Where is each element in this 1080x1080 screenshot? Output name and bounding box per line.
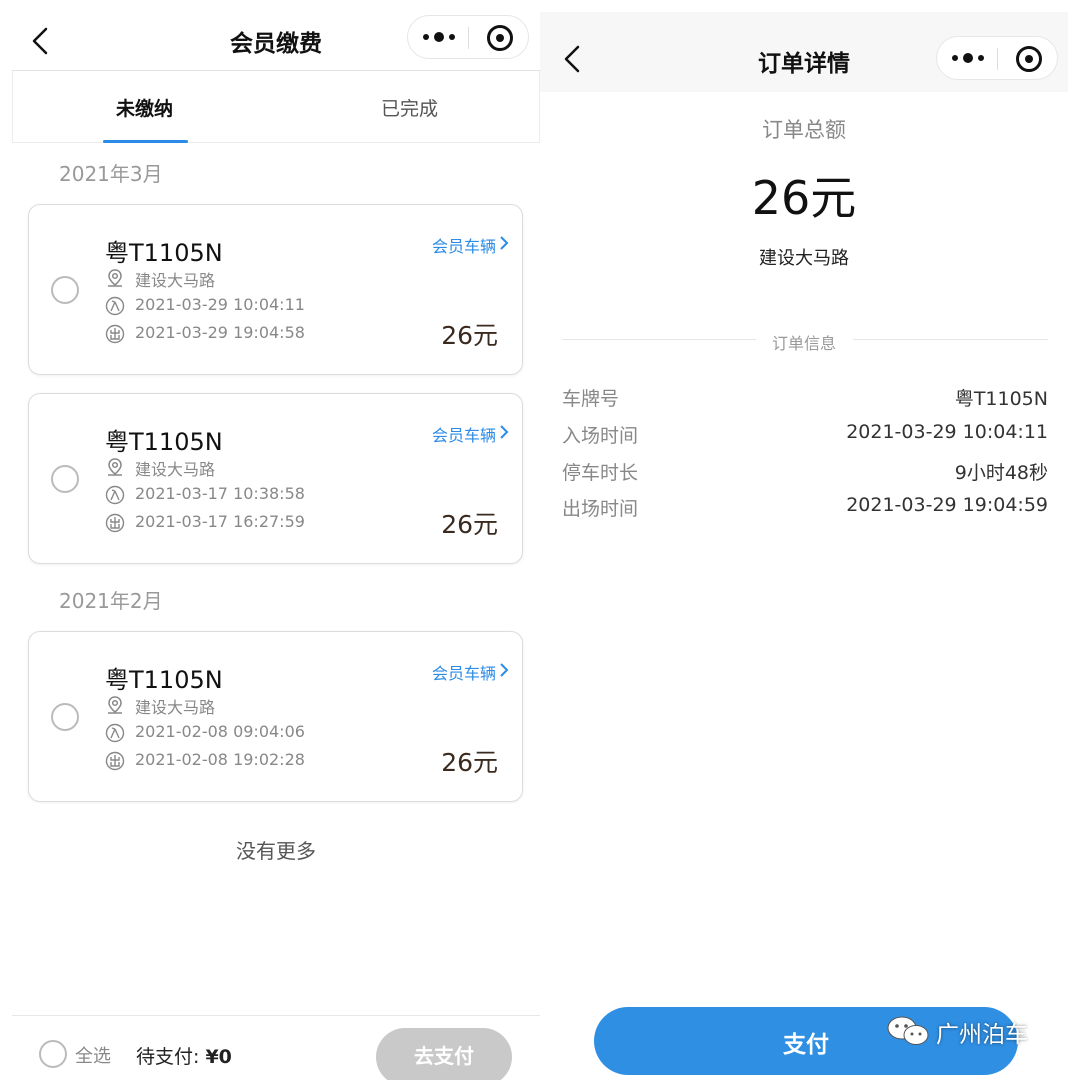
select-all-label[interactable]: 全选 <box>75 1042 111 1068</box>
tab-completed[interactable]: 已完成 <box>381 94 438 121</box>
entry-icon <box>105 485 125 505</box>
entry-time: 2021-03-29 10:04:11 <box>135 295 305 314</box>
plate-number: 粤T1105N <box>105 666 223 694</box>
plate-number: 粤T1105N <box>105 239 223 267</box>
watermark-text: 广州泊车 <box>936 1022 1028 1048</box>
nav-bar: 会员缴费 <box>12 12 540 70</box>
location-text: 建设大马路 <box>135 271 216 290</box>
location-pin-icon <box>108 458 122 476</box>
info-row-exit-time: 出场时间 2021-03-29 19:04:59 <box>562 494 1048 520</box>
order-amount: 26元 <box>441 321 498 350</box>
divider <box>853 339 1048 340</box>
mini-program-capsule <box>936 36 1058 80</box>
more-dots-icon[interactable] <box>408 16 468 60</box>
order-card[interactable]: 粤T1105N 会员车辆 建设大马路 2021-03-17 10:38:58 2… <box>28 393 523 564</box>
plate-number: 粤T1105N <box>105 428 223 456</box>
chevron-right-icon <box>500 663 509 677</box>
info-value: 2021-03-29 19:04:59 <box>846 494 1048 516</box>
wechat-logo-icon <box>887 1016 929 1045</box>
info-key: 车牌号 <box>562 388 620 410</box>
order-amount: 26元 <box>441 748 498 777</box>
order-detail-screen: 订单详情 订单总额 26元 建设大马路 订单信息 车牌号 粤T1105N 入场时… <box>540 12 1068 1080</box>
close-target-icon[interactable] <box>998 37 1058 81</box>
order-card[interactable]: 粤T1105N 会员车辆 建设大马路 2021-03-29 10:04:11 2… <box>28 204 523 375</box>
pending-amount: ¥0 <box>205 1046 232 1068</box>
order-amount: 26元 <box>441 510 498 539</box>
exit-icon <box>105 324 125 344</box>
info-row-plate: 车牌号 粤T1105N <box>562 384 1048 410</box>
exit-icon <box>105 751 125 771</box>
location-pin-icon <box>108 269 122 287</box>
order-info-header: 订单信息 <box>771 334 836 353</box>
exit-icon <box>105 513 125 533</box>
entry-time: 2021-03-17 10:38:58 <box>135 484 305 503</box>
member-vehicle-link[interactable]: 会员车辆 <box>432 422 496 446</box>
pending-total: 待支付: ¥0 <box>136 1042 232 1069</box>
chevron-right-icon <box>500 425 509 439</box>
go-pay-button[interactable]: 去支付 <box>376 1028 512 1080</box>
info-value: 粤T1105N <box>954 388 1048 410</box>
exit-time: 2021-03-17 16:27:59 <box>135 512 305 531</box>
tab-bar: 未缴纳 已完成 <box>12 70 540 143</box>
info-value: 9小时48秒 <box>954 462 1048 484</box>
month-header: 2021年2月 <box>59 589 163 613</box>
chevron-right-icon <box>500 236 509 250</box>
order-total-amount: 26元 <box>751 171 857 225</box>
tab-unpaid[interactable]: 未缴纳 <box>116 94 173 121</box>
info-key: 出场时间 <box>562 498 639 520</box>
more-dots-icon[interactable] <box>937 37 997 81</box>
info-key: 停车时长 <box>562 462 639 484</box>
location-text: 建设大马路 <box>135 698 216 717</box>
exit-time: 2021-02-08 19:02:28 <box>135 750 305 769</box>
entry-icon <box>105 296 125 316</box>
select-all-radio[interactable] <box>39 1040 67 1068</box>
close-target-icon[interactable] <box>469 16 529 60</box>
month-header: 2021年3月 <box>59 162 163 186</box>
exit-time: 2021-03-29 19:04:58 <box>135 323 305 342</box>
order-total-label: 订单总额 <box>762 118 846 142</box>
no-more-text: 没有更多 <box>236 839 316 863</box>
checkout-bar: 全选 待支付: ¥0 去支付 <box>12 1015 540 1080</box>
order-select-radio[interactable] <box>51 703 79 731</box>
location-pin-icon <box>108 696 122 714</box>
info-key: 入场时间 <box>562 425 639 447</box>
order-select-radio[interactable] <box>51 465 79 493</box>
location-text: 建设大马路 <box>135 460 216 479</box>
entry-icon <box>105 723 125 743</box>
mini-program-capsule <box>407 15 529 59</box>
active-tab-indicator <box>103 140 188 143</box>
entry-time: 2021-02-08 09:04:06 <box>135 722 305 741</box>
nav-bar: 订单详情 <box>540 12 1068 92</box>
member-vehicle-link[interactable]: 会员车辆 <box>432 233 496 257</box>
order-select-radio[interactable] <box>51 276 79 304</box>
info-row-duration: 停车时长 9小时48秒 <box>562 458 1048 484</box>
order-card[interactable]: 粤T1105N 会员车辆 建设大马路 2021-02-08 09:04:06 2… <box>28 631 523 802</box>
info-row-entry-time: 入场时间 2021-03-29 10:04:11 <box>562 421 1048 447</box>
pending-label: 待支付: <box>136 1046 200 1068</box>
member-payment-screen: 会员缴费 未缴纳 已完成 2021年3月 粤T1105N 会员车辆 建设大马路 <box>12 12 540 1080</box>
member-vehicle-link[interactable]: 会员车辆 <box>432 660 496 684</box>
order-location: 建设大马路 <box>759 248 849 269</box>
info-value: 2021-03-29 10:04:11 <box>846 421 1048 443</box>
